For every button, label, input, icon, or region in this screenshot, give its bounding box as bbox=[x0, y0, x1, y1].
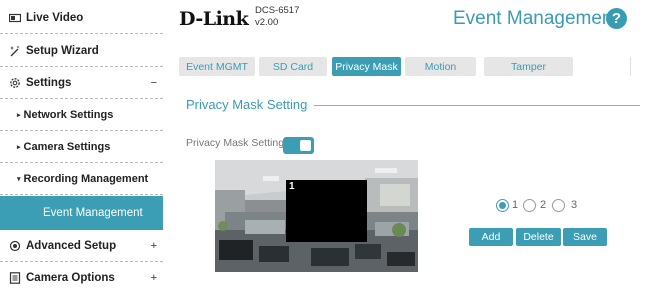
privacy-mask-region[interactable] bbox=[286, 180, 367, 242]
sidebar-item-label: Network Settings bbox=[23, 108, 114, 121]
sidebar-item-label: Camera Options bbox=[26, 272, 115, 284]
sidebar-item-label: Advanced Setup bbox=[26, 239, 117, 252]
radio-mask-2[interactable] bbox=[523, 199, 536, 212]
sidebar-item-label: Settings bbox=[26, 76, 72, 89]
sidebar-item-label: Event Management bbox=[43, 207, 143, 219]
collapse-toggle[interactable]: − bbox=[151, 77, 157, 89]
sidebar-item-network-settings[interactable]: ▸ Network Settings bbox=[0, 99, 163, 131]
expand-toggle[interactable]: + bbox=[151, 240, 157, 252]
page-title: Event Management bbox=[453, 8, 618, 29]
sidebar-item-label: Camera Settings bbox=[23, 140, 111, 153]
arrow-right-icon: ▸ bbox=[17, 143, 21, 151]
sidebar-item-setup-wizard[interactable]: Setup Wizard bbox=[0, 35, 163, 67]
firmware-version: v2.00 bbox=[255, 17, 279, 28]
save-button[interactable]: Save bbox=[563, 228, 607, 246]
privacy-mask-toggle[interactable] bbox=[283, 137, 314, 154]
gear-icon bbox=[9, 77, 21, 89]
toggle-knob bbox=[300, 140, 311, 151]
tab-motion[interactable]: Motion bbox=[405, 57, 476, 76]
radio-mask-1[interactable] bbox=[496, 199, 509, 212]
radio-label-2: 2 bbox=[540, 199, 547, 211]
wand-icon bbox=[9, 45, 21, 57]
sidebar-item-label: Live Video bbox=[26, 11, 84, 24]
arrow-right-icon: ▸ bbox=[17, 111, 21, 119]
radio-mask-3[interactable] bbox=[552, 199, 565, 212]
radio-label-1: 1 bbox=[512, 199, 519, 211]
tab-sd-card[interactable]: SD Card bbox=[259, 57, 327, 76]
sidebar-item-live-video[interactable]: Live Video bbox=[0, 2, 163, 34]
sidebar-item-camera-options[interactable]: Camera Options + bbox=[0, 262, 163, 288]
privacy-mask-setting-label: Privacy Mask Setting bbox=[186, 137, 285, 149]
sidebar-item-label: Setup Wizard bbox=[26, 44, 99, 57]
sidebar-item-recording-management[interactable]: ▾ Recording Management bbox=[0, 163, 163, 195]
sidebar: Live Video Setup Wizard Settings − ▸ Net… bbox=[0, 0, 163, 288]
video-icon bbox=[9, 12, 21, 24]
document-icon bbox=[9, 272, 21, 284]
section-title: Privacy Mask Setting bbox=[186, 97, 308, 112]
sidebar-item-label: Recording Management bbox=[23, 172, 149, 185]
model-name: DCS-6517 bbox=[255, 5, 300, 16]
tab-event-mgmt[interactable]: Event MGMT bbox=[179, 57, 255, 76]
sidebar-item-settings[interactable]: Settings − bbox=[0, 67, 163, 99]
tab-bar-divider bbox=[630, 57, 631, 76]
help-icon[interactable]: ? bbox=[606, 8, 627, 29]
sidebar-item-camera-settings[interactable]: ▸ Camera Settings bbox=[0, 131, 163, 163]
sidebar-item-event-management[interactable]: Event Management bbox=[0, 196, 163, 230]
delete-button[interactable]: Delete bbox=[516, 228, 561, 246]
add-button[interactable]: Add bbox=[469, 228, 513, 246]
tab-tamper[interactable]: Tamper bbox=[484, 57, 573, 76]
radio-label-3: 3 bbox=[571, 199, 578, 211]
dlink-logo: D-Link bbox=[179, 8, 249, 30]
expand-toggle[interactable]: + bbox=[151, 272, 157, 284]
arrow-down-icon: ▾ bbox=[17, 175, 21, 183]
advanced-gear-icon bbox=[9, 240, 21, 252]
sidebar-item-advanced-setup[interactable]: Advanced Setup + bbox=[0, 230, 163, 262]
section-divider bbox=[314, 105, 640, 106]
tab-privacy-mask[interactable]: Privacy Mask bbox=[332, 57, 401, 76]
model-info: DCS-6517 v2.00 bbox=[255, 5, 299, 29]
privacy-mask-number: 1 bbox=[289, 181, 295, 192]
